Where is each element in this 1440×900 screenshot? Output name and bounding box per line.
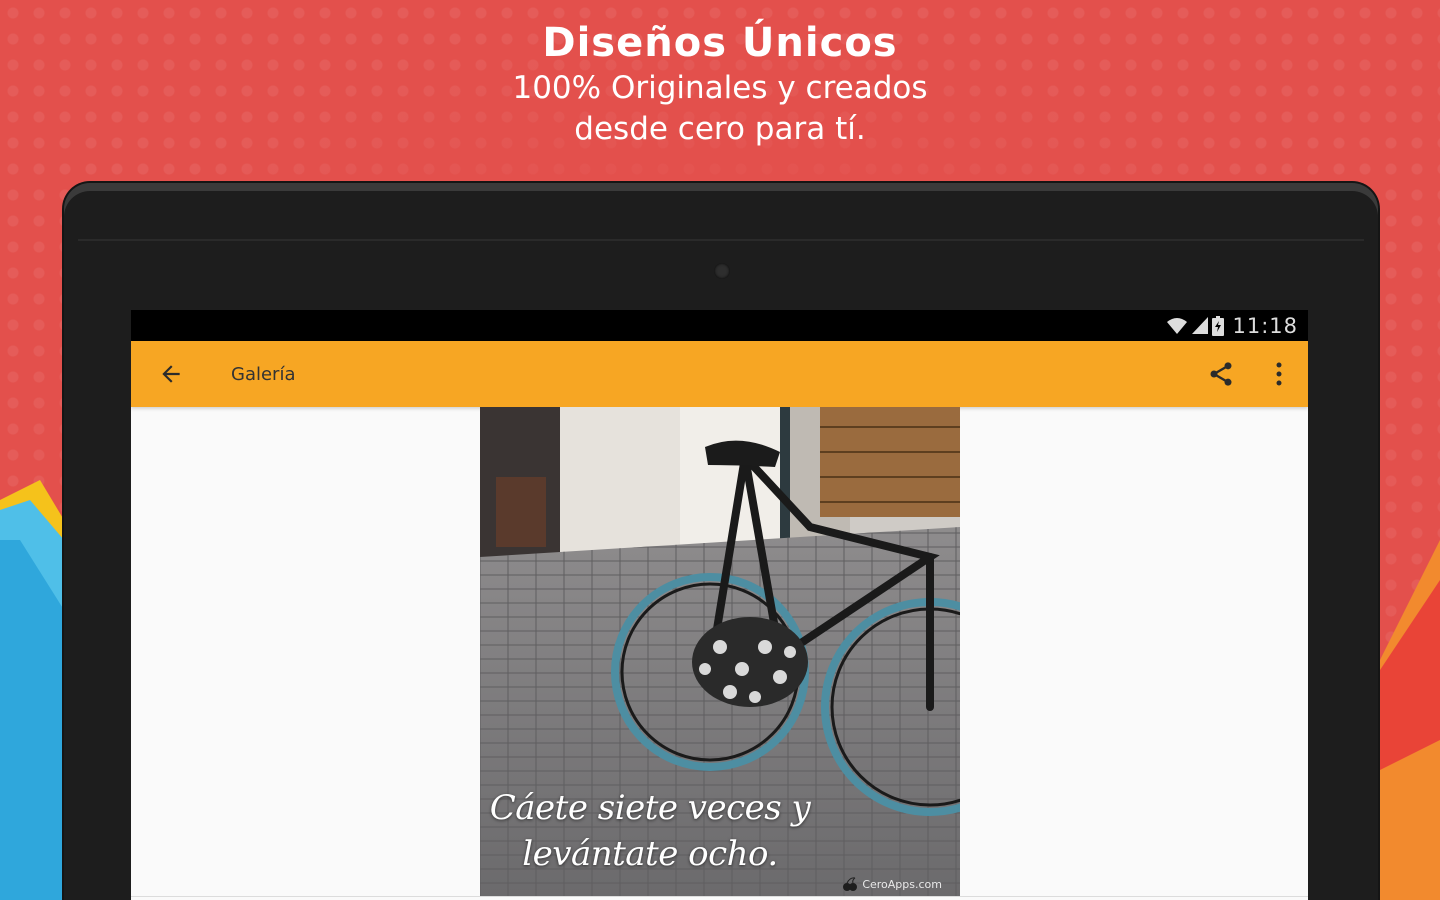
- cherry-logo-icon: [843, 877, 858, 891]
- status-bar: 11:18: [131, 310, 1308, 341]
- promo-subtitle: 100% Originales y creados desde cero par…: [512, 70, 928, 147]
- camera-icon: [714, 263, 730, 279]
- overflow-menu-button[interactable]: [1250, 341, 1308, 407]
- promo-header: Diseños Únicos 100% Originales y creados…: [0, 18, 1440, 150]
- quote-text: Cáete siete veces y levántate ocho.: [489, 788, 811, 874]
- divider: [131, 896, 1308, 897]
- promo-title: Diseños Únicos: [542, 20, 898, 66]
- watermark-text: CeroApps.com: [862, 877, 942, 891]
- gallery-content: Cáete siete veces y levántate ocho. Cero…: [131, 407, 1308, 900]
- more-vert-icon: [1276, 362, 1282, 386]
- gallery-image[interactable]: Cáete siete veces y levántate ocho. Cero…: [480, 407, 960, 897]
- status-time: 11:18: [1232, 313, 1298, 338]
- battery-icon: [1212, 315, 1225, 336]
- arrow-left-icon: [162, 365, 180, 383]
- app-bar: Galería: [131, 341, 1308, 407]
- app-title: Galería: [231, 363, 296, 385]
- promo-background: Diseños Únicos 100% Originales y creados…: [0, 0, 1440, 900]
- back-button[interactable]: [131, 341, 211, 407]
- device-screen: 11:18 Galería Cáete siete veces y levánt…: [131, 310, 1308, 900]
- signal-icon: [1192, 316, 1209, 334]
- share-button[interactable]: [1192, 341, 1250, 407]
- tablet-device: 11:18 Galería Cáete siete veces y levánt…: [64, 183, 1378, 900]
- watermark: CeroApps.com: [842, 877, 942, 891]
- wifi-icon: [1167, 317, 1188, 334]
- share-icon: [1210, 362, 1232, 386]
